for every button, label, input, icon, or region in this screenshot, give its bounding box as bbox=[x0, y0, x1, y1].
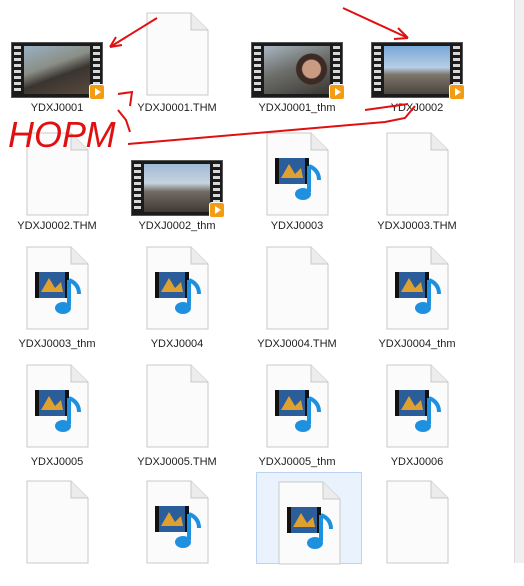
vertical-scrollbar[interactable] bbox=[514, 0, 524, 563]
file-tile[interactable]: YDXJ0005_thm bbox=[244, 360, 350, 472]
file-name: YDXJ0005 bbox=[30, 456, 84, 468]
blank-file-icon bbox=[146, 364, 209, 448]
file-grid: YDXJ0001 YDXJ0001.THM YDXJ0001_thm YDXJ0… bbox=[0, 0, 514, 565]
video-thumbnail bbox=[251, 42, 345, 100]
blank-file-icon bbox=[386, 480, 449, 564]
file-name: YDXJ0002.THM bbox=[17, 220, 97, 232]
file-name: YDXJ0001 bbox=[30, 102, 84, 114]
file-name: YDXJ0004 bbox=[150, 338, 204, 350]
file-tile[interactable]: YDXJ0004.THM bbox=[244, 242, 350, 354]
file-tile[interactable]: YDXJ0003.THM bbox=[364, 124, 470, 236]
media-file-icon bbox=[146, 480, 209, 564]
file-tile-selected[interactable] bbox=[256, 472, 362, 565]
file-name: YDXJ0001.THM bbox=[137, 102, 217, 114]
file-tile[interactable]: YDXJ0002.THM bbox=[4, 124, 110, 236]
file-name: YDXJ0004_thm bbox=[378, 338, 456, 350]
file-name: YDXJ0003_thm bbox=[18, 338, 96, 350]
file-name: YDXJ0006 bbox=[390, 456, 444, 468]
media-file-icon bbox=[26, 246, 89, 330]
file-name: YDXJ0002 bbox=[390, 102, 444, 114]
file-name: YDXJ0003 bbox=[270, 220, 324, 232]
media-file-icon bbox=[278, 481, 341, 565]
media-file-icon bbox=[386, 246, 449, 330]
file-tile[interactable] bbox=[124, 474, 230, 586]
file-name: YDXJ0004.THM bbox=[257, 338, 337, 350]
media-file-icon bbox=[146, 246, 209, 330]
blank-file-icon bbox=[26, 132, 89, 216]
file-name: YDXJ0001_thm bbox=[258, 102, 336, 114]
file-tile[interactable]: YDXJ0001 bbox=[4, 6, 110, 118]
blank-file-icon bbox=[146, 12, 209, 96]
media-file-icon bbox=[266, 364, 329, 448]
media-file-icon bbox=[266, 132, 329, 216]
file-tile[interactable]: YDXJ0006 bbox=[364, 360, 470, 472]
file-tile[interactable]: YDXJ0005 bbox=[4, 360, 110, 472]
file-tile[interactable]: YDXJ0004 bbox=[124, 242, 230, 354]
file-tile[interactable]: YDXJ0001_thm bbox=[244, 6, 350, 118]
file-name: YDXJ0005_thm bbox=[258, 456, 336, 468]
blank-file-icon bbox=[266, 246, 329, 330]
file-name: YDXJ0002_thm bbox=[138, 220, 216, 232]
file-name: YDXJ0003.THM bbox=[377, 220, 457, 232]
media-file-icon bbox=[26, 364, 89, 448]
media-file-icon bbox=[386, 364, 449, 448]
file-tile[interactable]: YDXJ0003_thm bbox=[4, 242, 110, 354]
file-tile[interactable]: YDXJ0002_thm bbox=[124, 124, 230, 236]
video-thumbnail bbox=[371, 42, 465, 100]
blank-file-icon bbox=[386, 132, 449, 216]
file-tile[interactable]: YDXJ0002 bbox=[364, 6, 470, 118]
file-tile[interactable]: YDXJ0005.THM bbox=[124, 360, 230, 472]
file-name: YDXJ0005.THM bbox=[137, 456, 217, 468]
video-thumbnail bbox=[11, 42, 105, 100]
video-thumbnail bbox=[131, 160, 225, 218]
file-tile[interactable] bbox=[364, 474, 470, 586]
file-tile[interactable]: YDXJ0004_thm bbox=[364, 242, 470, 354]
file-tile[interactable]: YDXJ0003 bbox=[244, 124, 350, 236]
blank-file-icon bbox=[26, 480, 89, 564]
file-tile[interactable] bbox=[4, 474, 110, 586]
file-tile[interactable]: YDXJ0001.THM bbox=[124, 6, 230, 118]
